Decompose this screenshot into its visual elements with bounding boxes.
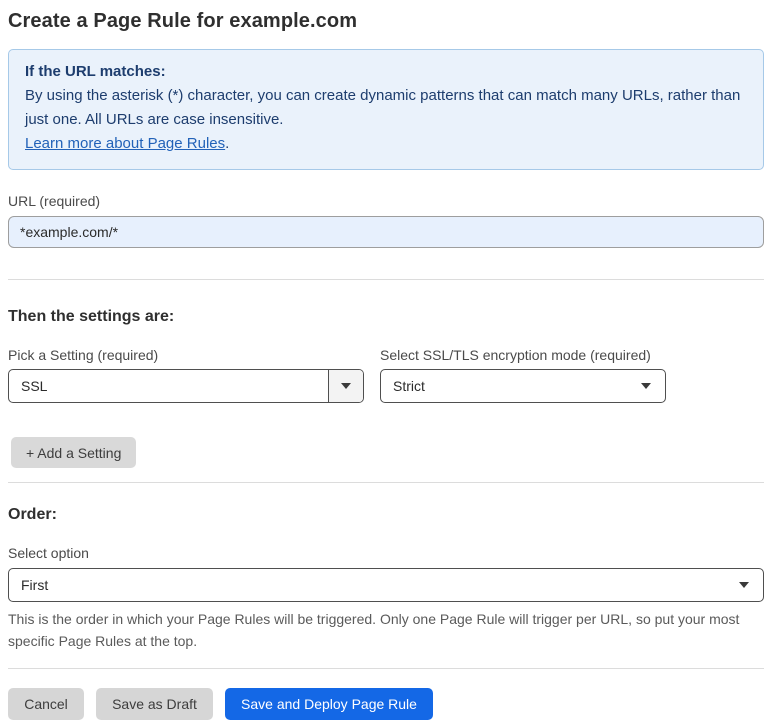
order-section-heading: Order: [8, 506, 57, 523]
url-field-label: URL (required) [8, 193, 101, 209]
pick-setting-select[interactable]: SSL [8, 369, 364, 403]
ssl-mode-value: Strict [393, 378, 425, 394]
link-suffix: . [225, 135, 230, 152]
save-deploy-button[interactable]: Save and Deploy Page Rule [225, 688, 433, 720]
learn-more-link[interactable]: Learn more about Page Rules [25, 135, 225, 152]
order-select-label: Select option [8, 545, 89, 561]
page-title: Create a Page Rule for example.com [8, 10, 358, 32]
info-box-body: By using the asterisk (*) character, you… [25, 87, 741, 128]
url-match-info-box: If the URL matches: By using the asteris… [8, 49, 764, 170]
chevron-down-icon [739, 582, 749, 588]
pick-setting-label: Pick a Setting (required) [8, 347, 159, 363]
ssl-mode-select[interactable]: Strict [380, 369, 666, 403]
order-select[interactable]: First [8, 568, 764, 602]
info-box-link-line: Learn more about Page Rules. [25, 132, 747, 156]
ssl-mode-label: Select SSL/TLS encryption mode (required… [380, 347, 651, 363]
chevron-down-icon [341, 383, 351, 389]
save-draft-button[interactable]: Save as Draft [96, 688, 213, 720]
info-box-heading: If the URL matches: [25, 63, 166, 80]
order-help-text: This is the order in which your Page Rul… [8, 611, 740, 649]
section-divider [8, 279, 764, 280]
settings-section-heading: Then the settings are: [8, 308, 175, 325]
order-select-value: First [21, 577, 49, 593]
pick-setting-value: SSL [21, 378, 48, 394]
dropdown-arrow-segment [328, 370, 363, 402]
chevron-down-icon [641, 383, 651, 389]
section-divider [8, 482, 764, 483]
footer-actions: Cancel Save as Draft Save and Deploy Pag… [8, 688, 764, 720]
url-input[interactable] [8, 216, 764, 248]
cancel-button[interactable]: Cancel [8, 688, 84, 720]
footer-divider [8, 668, 764, 669]
add-setting-button[interactable]: + Add a Setting [11, 437, 137, 468]
